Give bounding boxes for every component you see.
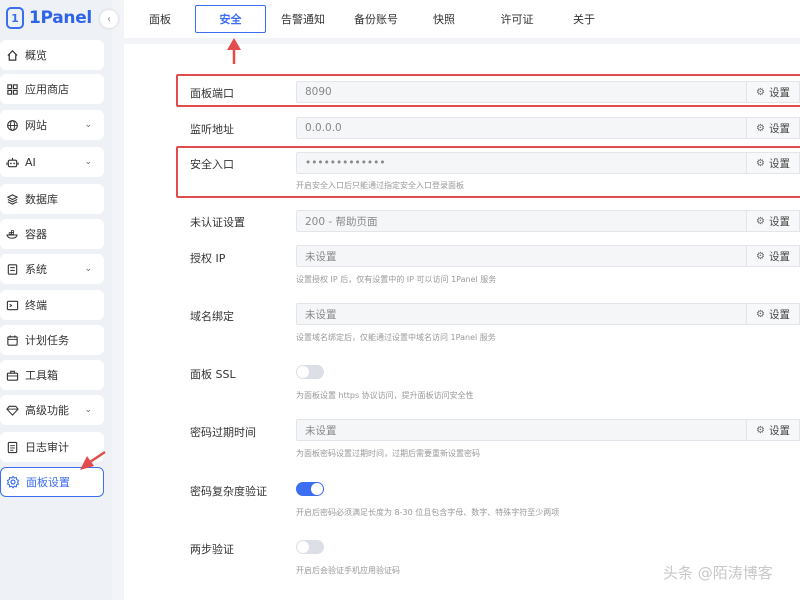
arrow-to-panel-settings [80,450,106,470]
arrow-to-security-tab [227,38,241,64]
watermark: 头条 @陌涛博客 [663,564,773,582]
annotation-arrows [80,38,241,470]
collapse-sidebar-button[interactable]: ‹ [100,10,118,28]
